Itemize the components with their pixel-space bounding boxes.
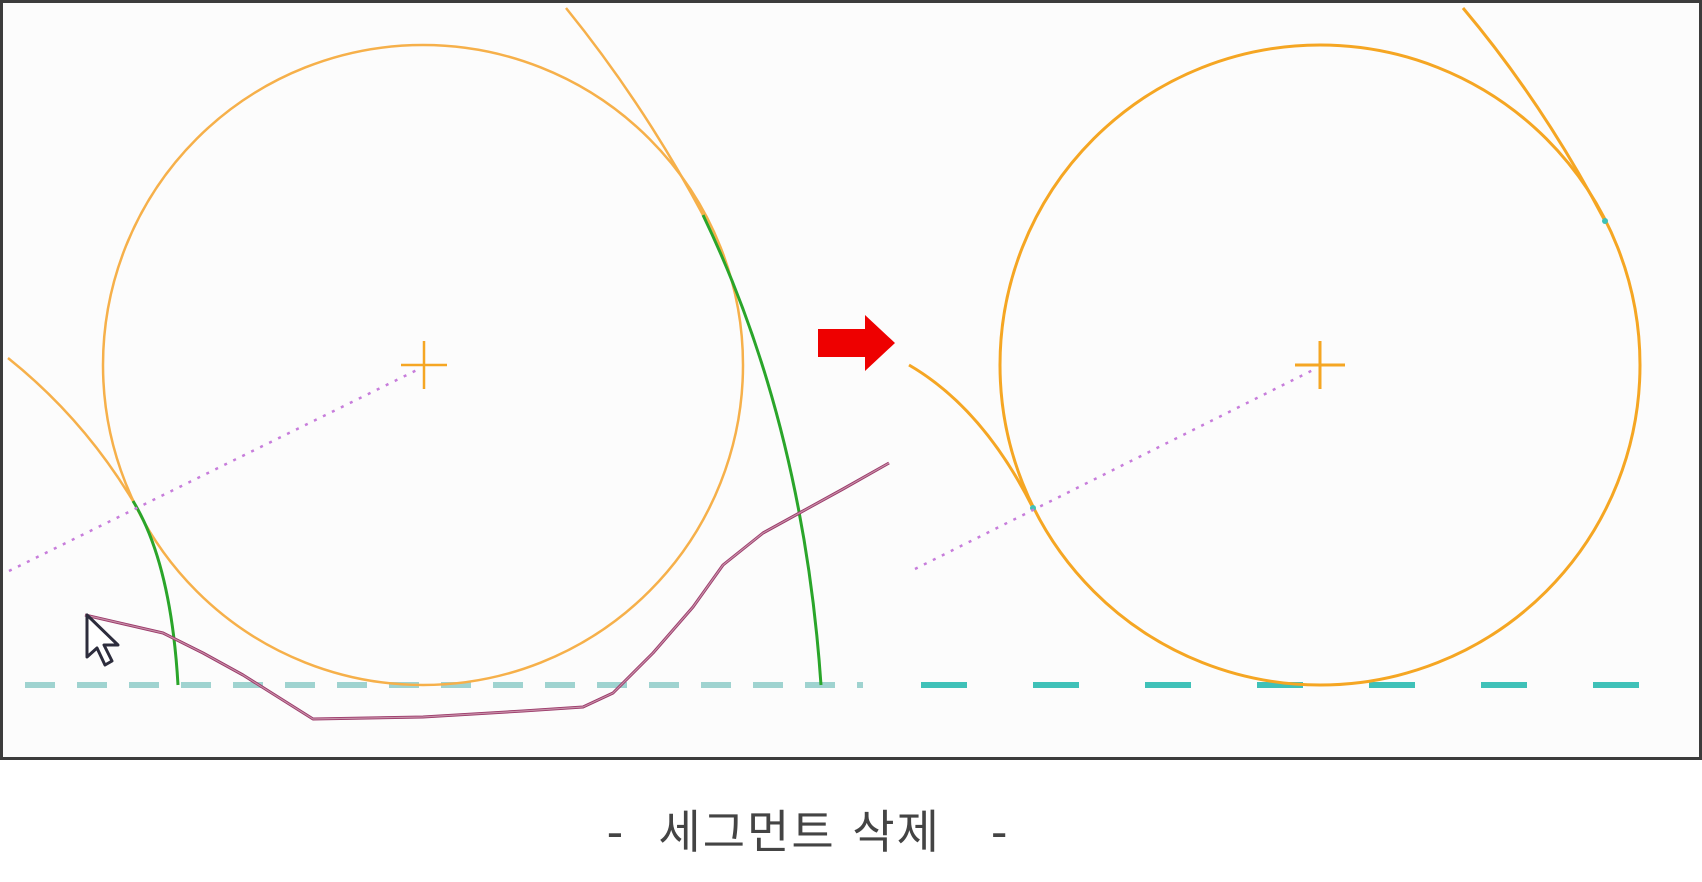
right-arrow-icon — [818, 315, 895, 371]
trim-drag-stroke-highlight — [84, 462, 890, 720]
dotted-construction-line-after — [914, 367, 1316, 571]
dotted-construction-line-before — [8, 367, 420, 573]
highlighted-segment-right — [701, 214, 823, 686]
sketch-viewport — [0, 0, 1702, 760]
left-arc-before — [7, 357, 135, 502]
after-panel — [908, 7, 1702, 688]
before-panel — [7, 7, 890, 721]
upper-right-arc-after — [1461, 7, 1607, 222]
figure-caption: - 세그먼트 삭제 - — [606, 805, 1010, 859]
highlighted-segment-left — [131, 500, 180, 686]
crosshair-icon — [401, 341, 447, 389]
sketch-canvas — [7, 7, 1702, 721]
crosshair-icon — [1295, 341, 1345, 389]
left-arc-after — [908, 363, 1035, 509]
trim-drag-stroke — [84, 461, 890, 721]
upper-right-arc-before — [565, 7, 705, 216]
tangent-point-right — [1602, 218, 1608, 224]
